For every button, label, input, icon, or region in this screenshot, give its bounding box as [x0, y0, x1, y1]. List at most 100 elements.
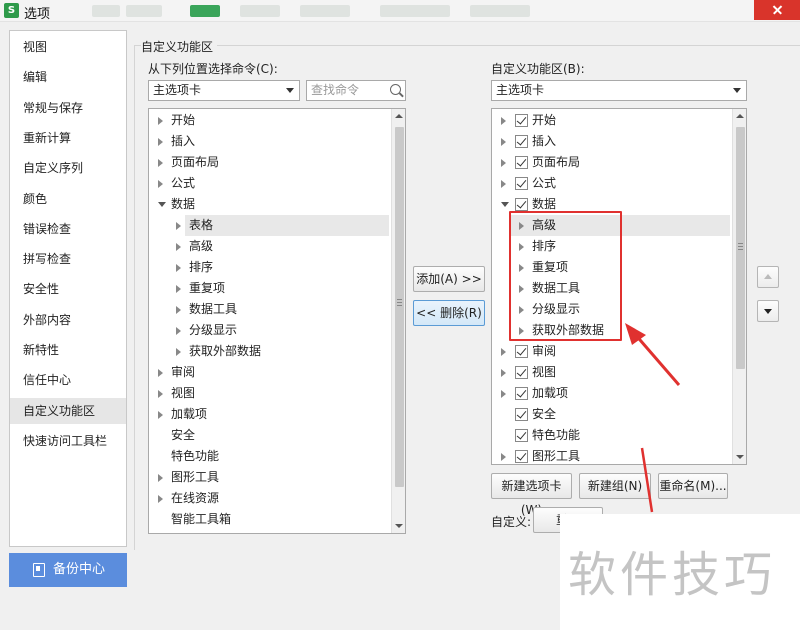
choose-commands-dropdown[interactable]: 主选项卡 [148, 80, 300, 101]
tree-row[interactable]: 页面布局 [492, 152, 730, 173]
nav-item[interactable]: 信任中心 [10, 367, 126, 393]
nav-item[interactable]: 自定义功能区 [10, 397, 126, 424]
commands-list-scrollbar[interactable] [391, 109, 405, 533]
ribbon-tree-scrollbar[interactable] [732, 109, 746, 464]
tree-row[interactable]: 安全 [492, 404, 730, 425]
nav-item[interactable]: 重新计算 [10, 125, 126, 151]
tab-checkbox[interactable] [515, 428, 528, 442]
collapsed-triangle-icon[interactable] [158, 158, 163, 167]
search-commands-input[interactable]: 查找命令 [306, 80, 406, 101]
tree-row[interactable]: 高级 [149, 236, 389, 257]
tab-checkbox[interactable] [515, 113, 528, 127]
tree-row[interactable]: 数据 [149, 194, 389, 215]
tree-row[interactable]: 加载项 [492, 383, 730, 404]
collapsed-triangle-icon[interactable] [158, 389, 163, 398]
tab-checkbox[interactable] [515, 197, 528, 211]
collapsed-triangle-icon[interactable] [501, 116, 506, 125]
collapsed-triangle-icon[interactable] [158, 116, 163, 125]
expanded-triangle-icon[interactable] [158, 201, 166, 207]
collapsed-triangle-icon[interactable] [158, 494, 163, 503]
nav-item[interactable]: 安全性 [10, 276, 126, 302]
tab-checkbox[interactable] [515, 155, 528, 169]
tree-row[interactable]: 安全 [149, 425, 389, 446]
collapsed-triangle-icon[interactable] [158, 410, 163, 419]
collapsed-triangle-icon[interactable] [158, 473, 163, 482]
close-button[interactable] [754, 0, 800, 20]
scrollbar-thumb[interactable] [395, 127, 404, 487]
collapsed-triangle-icon[interactable] [501, 158, 506, 167]
collapsed-triangle-icon[interactable] [158, 137, 163, 146]
remove-button[interactable]: << 删除(R) [413, 300, 485, 326]
tree-row[interactable]: 重复项 [149, 278, 389, 299]
search-icon[interactable] [390, 84, 401, 95]
scroll-down-icon[interactable] [736, 455, 744, 459]
collapsed-triangle-icon[interactable] [176, 242, 181, 251]
tree-row[interactable]: 特色功能 [492, 425, 730, 446]
tree-row[interactable]: 开始 [492, 110, 730, 131]
add-button[interactable]: 添加(A) >> [413, 266, 485, 292]
collapsed-triangle-icon[interactable] [501, 389, 506, 398]
collapsed-triangle-icon[interactable] [501, 347, 506, 356]
collapsed-triangle-icon[interactable] [501, 137, 506, 146]
tree-row[interactable]: 视图 [149, 383, 389, 404]
tree-row[interactable]: 图形工具 [149, 467, 389, 488]
nav-item[interactable]: 编辑 [10, 64, 126, 90]
tree-row[interactable]: 数据工具 [149, 299, 389, 320]
tree-row[interactable]: 表格 [176, 214, 389, 236]
tree-row[interactable]: 智能工具箱 [149, 509, 389, 530]
collapsed-triangle-icon[interactable] [176, 263, 181, 272]
nav-item[interactable]: 错误检查 [10, 216, 126, 242]
tab-checkbox[interactable] [515, 176, 528, 190]
tree-row[interactable]: 排序 [149, 257, 389, 278]
nav-item[interactable]: 自定义序列 [10, 155, 126, 181]
tree-row[interactable]: 加载项 [149, 404, 389, 425]
collapsed-triangle-icon[interactable] [501, 179, 506, 188]
nav-item[interactable]: 快速访问工具栏 [10, 428, 126, 454]
tree-row[interactable]: 插入 [149, 131, 389, 152]
collapsed-triangle-icon[interactable] [176, 284, 181, 293]
collapsed-triangle-icon[interactable] [501, 452, 506, 461]
tree-row[interactable]: 公式 [492, 173, 730, 194]
tab-checkbox[interactable] [515, 407, 528, 421]
collapsed-triangle-icon[interactable] [158, 368, 163, 377]
tab-checkbox[interactable] [515, 344, 528, 358]
tree-row[interactable]: 公式 [149, 173, 389, 194]
collapsed-triangle-icon[interactable] [176, 305, 181, 314]
nav-item[interactable]: 颜色 [10, 186, 126, 212]
expanded-triangle-icon[interactable] [501, 201, 509, 207]
scrollbar-thumb[interactable] [736, 127, 745, 369]
tree-row[interactable]: 插入 [492, 131, 730, 152]
nav-item[interactable]: 新特性 [10, 337, 126, 363]
nav-item[interactable]: 视图 [10, 34, 126, 60]
tree-row[interactable]: 分级显示 [149, 320, 389, 341]
nav-item[interactable]: 拼写检查 [10, 246, 126, 272]
tree-row[interactable]: 图形工具 [492, 446, 730, 465]
tab-checkbox[interactable] [515, 386, 528, 400]
move-down-button[interactable] [757, 300, 779, 322]
move-up-button[interactable] [757, 266, 779, 288]
tree-row[interactable]: 在线资源 [149, 488, 389, 509]
scroll-up-icon[interactable] [395, 114, 403, 118]
commands-list[interactable]: 智能工具箱 在线资源 图形工具 特色功能 安全 加载项 视图 审阅 获取外部数据 分级显示 数据工具… [148, 108, 406, 534]
tab-checkbox[interactable] [515, 365, 528, 379]
new-group-button[interactable]: 新建组(N) [579, 473, 651, 499]
collapsed-triangle-icon[interactable] [176, 326, 181, 335]
tab-checkbox[interactable] [515, 134, 528, 148]
scroll-down-icon[interactable] [395, 524, 403, 528]
collapsed-triangle-icon[interactable] [158, 179, 163, 188]
customize-ribbon-dropdown[interactable]: 主选项卡 [491, 80, 747, 101]
tree-row[interactable]: 审阅 [492, 341, 730, 362]
tree-row[interactable]: 视图 [492, 362, 730, 383]
nav-item[interactable]: 外部内容 [10, 307, 126, 333]
collapsed-triangle-icon[interactable] [176, 347, 181, 356]
tree-row[interactable]: 审阅 [149, 362, 389, 383]
scroll-up-icon[interactable] [736, 114, 744, 118]
backup-center-button[interactable]: 备份中心 [9, 553, 127, 587]
nav-item[interactable]: 常规与保存 [10, 95, 126, 121]
tree-row[interactable]: 开始 [149, 110, 389, 131]
collapsed-triangle-icon[interactable] [501, 368, 506, 377]
tab-checkbox[interactable] [515, 449, 528, 463]
rename-button[interactable]: 重命名(M)... [658, 473, 728, 499]
new-tab-button[interactable]: 新建选项卡(W) [491, 473, 572, 517]
collapsed-triangle-icon[interactable] [176, 221, 181, 230]
